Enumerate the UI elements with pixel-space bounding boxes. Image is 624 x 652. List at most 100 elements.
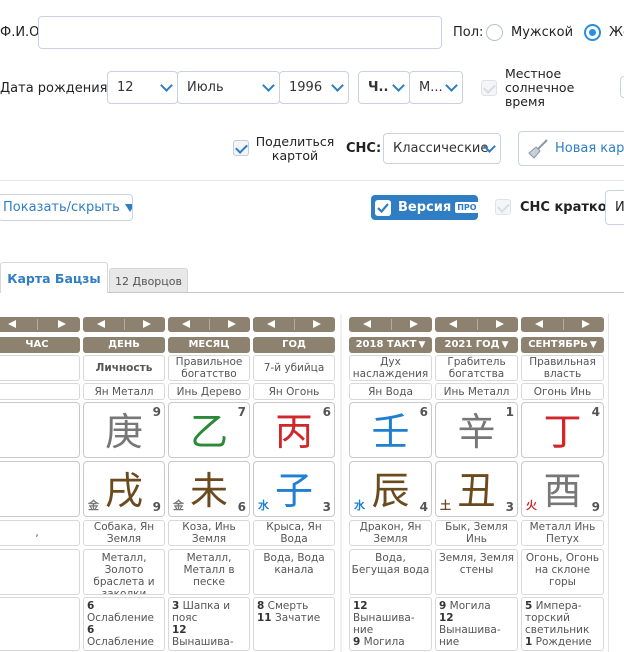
year-stat2-text: Зачатие bbox=[274, 612, 321, 624]
current-month-stem-cell[interactable]: 丁 4 bbox=[521, 402, 604, 458]
gender-male-label[interactable]: Мужской bbox=[511, 25, 573, 40]
day-nav[interactable] bbox=[83, 317, 165, 332]
takt-nayin: Вода, Бегущая вода bbox=[349, 549, 432, 595]
current-month-header[interactable]: СЕНТЯБРЬ ▼ bbox=[521, 337, 604, 353]
tab-bazi-card[interactable]: Карта Бацзы bbox=[0, 262, 108, 293]
takt-header-label: 2018 ТАКТ bbox=[355, 339, 417, 350]
hour-star bbox=[0, 355, 80, 381]
hour-header: ЧАС bbox=[0, 337, 80, 353]
arrow-right-icon[interactable] bbox=[313, 320, 321, 328]
day-star: Личность bbox=[83, 355, 165, 381]
sns-short-checkbox[interactable] bbox=[495, 199, 511, 215]
year-nav[interactable] bbox=[253, 317, 335, 332]
year-animal: Крыса, Ян Вода bbox=[253, 520, 335, 546]
gender-male-radio[interactable] bbox=[486, 24, 503, 41]
month-stem-num: 7 bbox=[237, 405, 246, 419]
month-select[interactable]: Июль bbox=[177, 71, 280, 104]
arrow-left-icon[interactable] bbox=[8, 320, 16, 328]
arrow-right-icon[interactable] bbox=[143, 320, 151, 328]
year-branch-cell[interactable]: 子 水 3 bbox=[253, 461, 335, 517]
current-year-stem-num: 1 bbox=[505, 405, 514, 419]
arrow-left-icon[interactable] bbox=[535, 320, 543, 328]
sns-select[interactable]: Классические bbox=[383, 133, 501, 164]
show-hide-button[interactable]: Показать/скрыть bbox=[0, 194, 133, 221]
new-card-button[interactable]: Новая карт bbox=[518, 131, 624, 166]
takt-nav[interactable] bbox=[349, 317, 432, 332]
current-month-stem-element: Огонь Инь bbox=[521, 383, 604, 400]
arrow-left-icon[interactable] bbox=[182, 320, 190, 328]
takt-stem-cell[interactable]: 壬 6 bbox=[349, 402, 432, 458]
arrow-right-icon[interactable] bbox=[496, 320, 504, 328]
day-stat1-text: Ослабление bbox=[87, 612, 154, 624]
hour-stem-cell[interactable] bbox=[0, 402, 80, 458]
takt-stem-element: Ян Вода bbox=[349, 383, 432, 400]
sns-label: СНС: bbox=[346, 141, 382, 156]
hour-nav[interactable] bbox=[0, 317, 80, 332]
year-stat2-num: 11 bbox=[257, 612, 272, 624]
arrow-left-icon[interactable] bbox=[449, 320, 457, 328]
gender-female-radio[interactable] bbox=[584, 24, 601, 41]
day-stat1-num: 6 bbox=[87, 600, 95, 612]
year-select-value: 1996 bbox=[289, 80, 323, 95]
arrow-right-icon[interactable] bbox=[582, 320, 590, 328]
share-card-checkbox[interactable] bbox=[233, 140, 249, 156]
current-month-stat2-text: Рождение bbox=[535, 636, 592, 648]
takt-stem-num: 6 bbox=[419, 405, 428, 419]
month-branch-cell[interactable]: 未 金 6 bbox=[168, 461, 250, 517]
tab-bazi-card-label: Карта Бацзы bbox=[7, 270, 101, 286]
current-year-stats: 9 Могила 12 Вынашива-ние bbox=[435, 597, 518, 651]
year-select[interactable]: 1996 bbox=[279, 71, 349, 104]
current-year-stem-cell[interactable]: 辛 1 bbox=[435, 402, 518, 458]
arrow-left-icon[interactable] bbox=[97, 320, 105, 328]
hour-branch-cell[interactable] bbox=[0, 461, 80, 517]
version-label: Версия bbox=[398, 200, 452, 215]
solar-time-checkbox[interactable] bbox=[481, 80, 497, 96]
year-stem-cell[interactable]: 丙 6 bbox=[253, 402, 335, 458]
fio-input[interactable] bbox=[38, 16, 442, 49]
arrow-left-icon[interactable] bbox=[363, 320, 371, 328]
share-card-label: Поделиться картой bbox=[255, 134, 335, 163]
minute-select-value: М... bbox=[419, 80, 443, 95]
current-month-star: Правильная власть bbox=[521, 355, 604, 381]
day-header: ДЕНЬ bbox=[83, 337, 165, 353]
current-month-stem-num: 4 bbox=[591, 405, 600, 419]
sns-short-label: СНС кратко bbox=[520, 200, 607, 215]
hour-select[interactable]: Ч.. bbox=[358, 71, 410, 104]
minute-select[interactable]: М... bbox=[409, 71, 463, 104]
takt-branch-num: 4 bbox=[419, 500, 428, 514]
arrow-right-icon[interactable] bbox=[58, 320, 66, 328]
cut-off-control[interactable] bbox=[620, 76, 624, 98]
day-branch-cell[interactable]: 戌 金 9 bbox=[83, 461, 165, 517]
hour-stats bbox=[0, 597, 80, 651]
year-stem-num: 6 bbox=[322, 405, 331, 419]
current-year-branch-cell[interactable]: 丑 土 3 bbox=[435, 461, 518, 517]
year-stats: 8 Смерть 11 Зачатие bbox=[253, 597, 335, 651]
current-year-stem-element: Инь Металл bbox=[435, 383, 518, 400]
current-month-branch-cell[interactable]: 酉 火 9 bbox=[521, 461, 604, 517]
arrow-right-icon[interactable] bbox=[410, 320, 418, 328]
takt-branch-cell[interactable]: 辰 水 4 bbox=[349, 461, 432, 517]
day-stem-cell[interactable]: 庚 9 bbox=[83, 402, 165, 458]
current-year-nav[interactable] bbox=[435, 317, 518, 332]
month-stat1-num: 3 bbox=[172, 600, 180, 612]
month-nav[interactable] bbox=[168, 317, 250, 332]
day-stats: 6 Ослабление 6 Ослабление bbox=[83, 597, 165, 651]
current-month-nav[interactable] bbox=[521, 317, 604, 332]
takt-header[interactable]: 2018 ТАКТ ▼ bbox=[349, 337, 432, 353]
current-month-nayin: Огонь, Огонь на склоне горы bbox=[521, 549, 604, 595]
gender-female-label[interactable]: Жен bbox=[609, 25, 624, 40]
month-animal: Коза, Инь Земля bbox=[168, 520, 250, 546]
month-stem-cell[interactable]: 乙 7 bbox=[168, 402, 250, 458]
version-toggle[interactable]: Версия ПРО bbox=[371, 195, 479, 220]
day-select[interactable]: 12 bbox=[107, 71, 178, 104]
month-nayin: Металл, Металл в песке bbox=[168, 549, 250, 595]
tab-12-palaces[interactable]: 12 Дворцов bbox=[109, 268, 188, 293]
current-year-header[interactable]: 2021 ГОД ▼ bbox=[435, 337, 518, 353]
month-stat2-num: 12 bbox=[172, 624, 187, 636]
column-separator bbox=[608, 314, 609, 652]
arrow-left-icon[interactable] bbox=[267, 320, 275, 328]
arrow-right-icon[interactable] bbox=[228, 320, 236, 328]
cut-off-button[interactable]: И bbox=[605, 190, 624, 225]
day-select-value: 12 bbox=[117, 80, 134, 95]
new-card-label: Новая карт bbox=[555, 141, 624, 156]
